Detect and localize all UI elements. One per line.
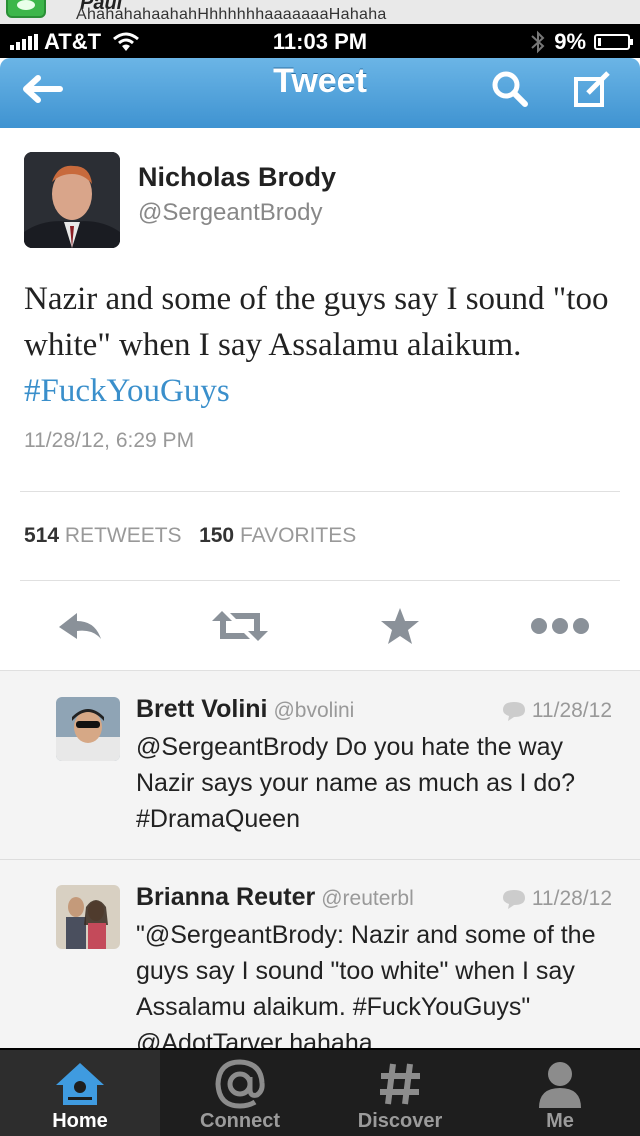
- reply-date-text: 11/28/12: [531, 699, 612, 722]
- tab-label: Me: [546, 1110, 574, 1132]
- avatar[interactable]: [56, 885, 120, 949]
- search-icon[interactable]: [480, 64, 540, 114]
- author-name[interactable]: Nicholas Brody: [138, 162, 336, 193]
- favorite-count[interactable]: 150: [199, 524, 234, 547]
- retweet-icon[interactable]: [210, 598, 270, 654]
- hash-icon: [320, 1058, 480, 1110]
- page-title: Tweet: [273, 62, 367, 100]
- notification-message: AhahahahaahahHhhhhhhaaaaaaaHahaha: [76, 6, 387, 23]
- divider: [20, 580, 620, 581]
- reply-author-handle: @reuterbl: [321, 887, 414, 910]
- messages-app-icon: [6, 0, 46, 18]
- favorite-label[interactable]: FAVORITES: [240, 524, 356, 547]
- speech-bubble-icon: [502, 890, 525, 909]
- tab-connect[interactable]: Connect: [160, 1050, 320, 1136]
- author-handle[interactable]: @SergeantBrody: [138, 199, 322, 227]
- more-icon[interactable]: [530, 598, 590, 654]
- reply-date: 11/28/12: [502, 887, 612, 911]
- person-icon: [480, 1058, 640, 1110]
- compose-icon[interactable]: [562, 64, 622, 114]
- retweet-label[interactable]: RETWEETS: [65, 524, 182, 547]
- tweet-body: Nazir and some of the guys say I sound "…: [24, 281, 609, 363]
- divider: [20, 491, 620, 492]
- reply-date-text: 11/28/12: [531, 887, 612, 910]
- tweet-text: Nazir and some of the guys say I sound "…: [24, 276, 624, 414]
- reply-icon[interactable]: [50, 598, 110, 654]
- tab-label: Home: [52, 1110, 108, 1132]
- battery-icon: [594, 34, 633, 50]
- reply-text: "@SergeantBrody: Nazir and some of the g…: [136, 921, 596, 1050]
- tweet-actions: [0, 598, 640, 654]
- avatar[interactable]: [56, 697, 120, 761]
- reply-text: @SergeantBrody Do you hate the way Nazir…: [136, 733, 576, 833]
- retweet-count[interactable]: 514: [24, 524, 59, 547]
- reply-author-handle: @bvolini: [273, 699, 355, 722]
- bluetooth-icon: [531, 30, 545, 54]
- reply-author[interactable]: Brett Volini @bvolini: [136, 695, 354, 724]
- speech-bubble-icon: [502, 702, 525, 721]
- author-avatar[interactable]: [24, 152, 120, 248]
- favorite-icon[interactable]: [370, 598, 430, 654]
- tab-discover[interactable]: Discover: [320, 1050, 480, 1136]
- divider: [0, 859, 640, 860]
- tab-label: Discover: [357, 1110, 443, 1132]
- tab-home[interactable]: Home: [0, 1050, 160, 1136]
- notification-banner[interactable]: Paul AhahahahaahahHhhhhhhaaaaaaaHahaha: [0, 0, 640, 24]
- nav-bar: Tweet: [0, 58, 640, 128]
- at-icon: [160, 1058, 320, 1110]
- tab-me[interactable]: Me: [480, 1050, 640, 1136]
- reply-author-name: Brett Volini: [136, 695, 268, 723]
- reply-author-name: Brianna Reuter: [136, 883, 316, 911]
- tweet-timestamp: 11/28/12, 6:29 PM: [24, 429, 195, 452]
- battery-percent: 9%: [554, 29, 586, 54]
- home-icon: [0, 1058, 160, 1110]
- reply-author[interactable]: Brianna Reuter @reuterbl: [136, 883, 414, 912]
- tweet-hashtag[interactable]: #FuckYouGuys: [24, 373, 230, 409]
- tweet-stats: 514 RETWEETS 150 FAVORITES: [24, 524, 356, 548]
- tab-label: Connect: [200, 1110, 280, 1132]
- tab-bar: Home Connect Discover Me: [0, 1048, 640, 1136]
- replies-list: Brett Volini @bvolini 11/28/12 @SergeantB…: [0, 670, 640, 1050]
- reply-date: 11/28/12: [502, 699, 612, 723]
- status-bar: AT&T 11:03 PM 9%: [0, 24, 640, 58]
